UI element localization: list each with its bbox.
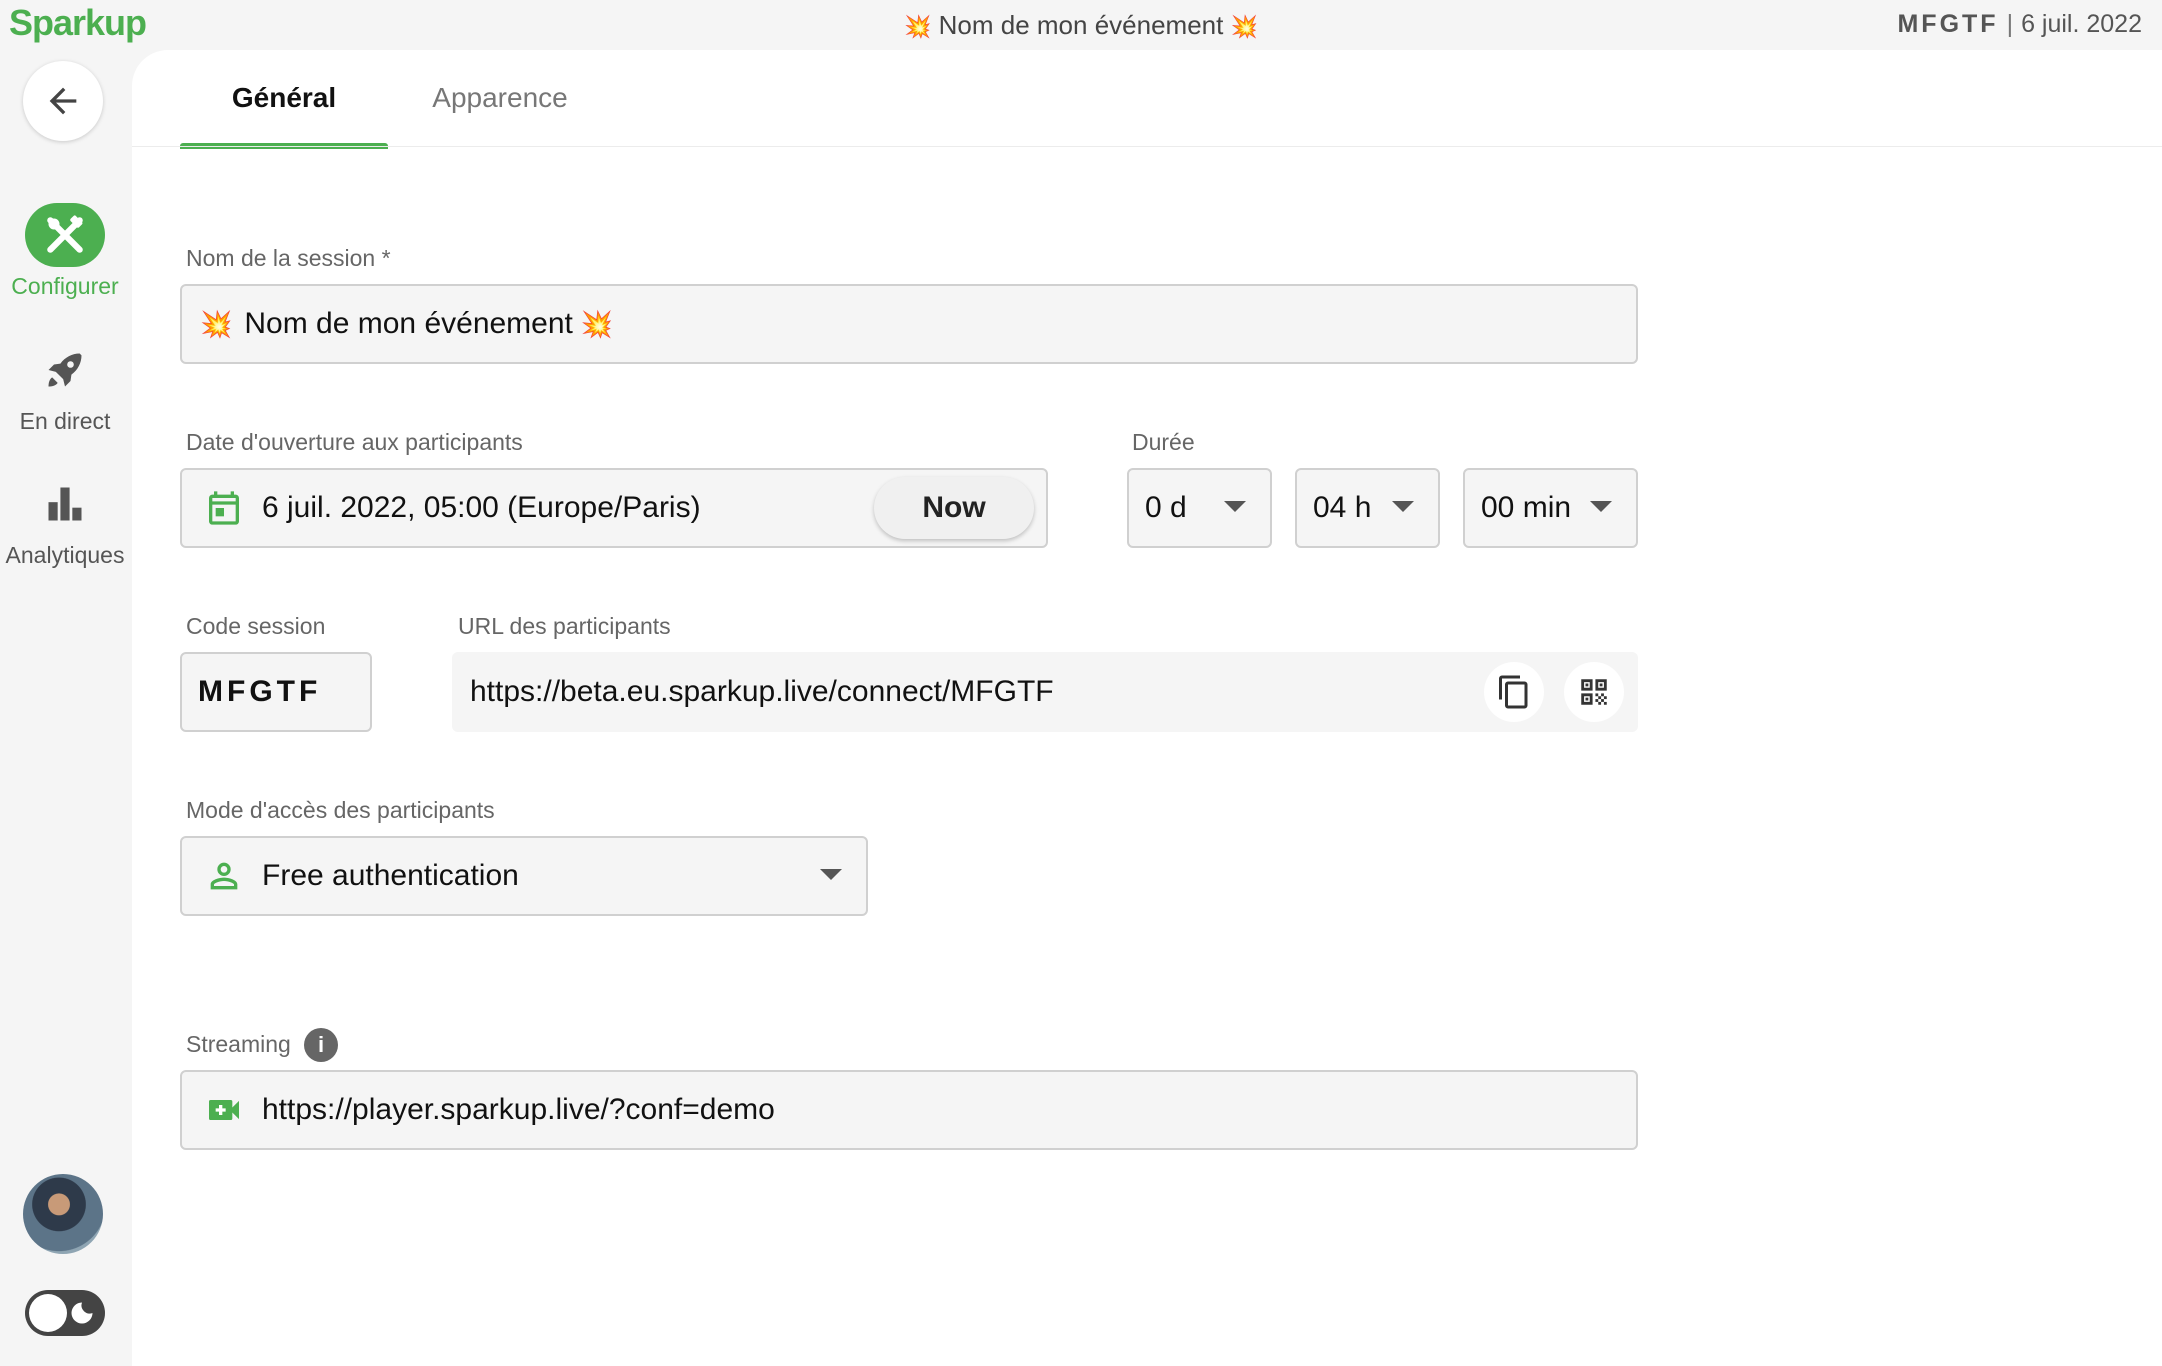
opening-date-value: 6 juil. 2022, 05:00 (Europe/Paris) [262,491,701,524]
participants-url-label: URL des participants [458,613,671,639]
participants-url-value: https://beta.eu.sparkup.live/connect/MFG… [470,675,1054,708]
video-camera-add-icon [209,1100,239,1120]
back-button[interactable] [23,61,103,141]
burst-emoji-right: 💥 [1230,14,1258,39]
session-name-label: Nom de la session * [186,245,391,271]
header-separator: | [2006,10,2014,38]
chevron-down-icon [1224,501,1246,512]
duration-minutes-value: 00 min [1481,491,1572,524]
session-code-header: MFGTF [1897,10,1999,38]
sidebar-item-analytiques[interactable]: Analytiques [0,472,130,569]
access-mode-label: Mode d'accès des participants [186,797,495,823]
session-info: MFGTF | 6 juil. 2022 [1897,10,2142,39]
arrow-left-icon [49,87,77,115]
now-button[interactable]: Now [874,477,1034,539]
dark-mode-toggle[interactable] [25,1290,105,1336]
tab-apparence[interactable]: Apparence [400,50,600,146]
burst-emoji-right: 💥 [580,308,614,339]
duration-hours-value: 04 h [1313,491,1372,524]
duration-days-value: 0 d [1145,491,1187,524]
event-title-text: Nom de mon événement [938,10,1224,40]
top-bar: Sparkup 💥 Nom de mon événement 💥 MFGTF | 6… [0,0,2162,50]
qr-code-button[interactable] [1564,662,1624,722]
streaming-url-input[interactable]: https://player.sparkup.live/?conf=demo [180,1070,1638,1150]
opening-date-label: Date d'ouverture aux participants [186,429,523,455]
copy-icon [1499,675,1528,709]
sidebar-item-label: Analytiques [5,542,125,568]
tab-general[interactable]: Général [180,50,388,149]
session-code-field[interactable]: MFGTF [180,652,372,732]
event-title: 💥 Nom de mon événement 💥 [0,10,2162,41]
nav-icon-container [25,338,105,402]
sidebar-item-en-direct[interactable]: En direct [0,338,130,435]
duration-minutes-select[interactable]: 00 min [1463,468,1638,548]
nav-icon-container [25,203,105,267]
access-mode-select[interactable]: Free authentication [180,836,868,916]
person-icon [210,862,238,890]
bar-chart-icon [48,487,82,521]
duration-days-select[interactable]: 0 d [1127,468,1272,548]
chevron-down-icon [820,869,842,880]
chevron-down-icon [1392,501,1414,512]
participants-url-field[interactable]: https://beta.eu.sparkup.live/connect/MFG… [452,652,1638,732]
copy-url-button[interactable] [1484,662,1544,722]
session-code-label: Code session [186,613,326,639]
sidebar-item-label: Configurer [11,273,119,299]
avatar[interactable] [23,1174,103,1254]
sidebar-item-configurer[interactable]: Configurer [0,203,130,300]
duration-label: Durée [1132,429,1195,455]
burst-emoji-left: 💥 [904,14,932,39]
session-name-value: Nom de mon événement [244,307,573,340]
opening-date-input[interactable]: 6 juil. 2022, 05:00 (Europe/Paris) Now [180,468,1048,548]
moon-icon [71,1302,93,1324]
tab-divider [132,146,2162,147]
chevron-down-icon [1590,501,1612,512]
calendar-icon [209,491,239,525]
streaming-url-value: https://player.sparkup.live/?conf=demo [262,1093,775,1126]
rocket-icon [48,353,82,387]
sidebar: Configurer En direct Analytiques [0,50,130,1366]
burst-emoji-left: 💥 [200,308,233,339]
duration-hours-select[interactable]: 04 h [1295,468,1440,548]
main-panel: Général Apparence Nom de la session * 💥 … [132,50,2162,1366]
nav-icon-container [25,472,105,536]
session-code-value: MFGTF [198,675,322,708]
tools-icon [47,215,83,253]
info-icon[interactable]: i [304,1028,338,1062]
streaming-label: Streaming [186,1031,291,1057]
toggle-knob [29,1294,67,1332]
access-mode-value: Free authentication [262,859,519,892]
qr-code-icon [1581,679,1607,705]
session-name-input[interactable]: 💥 Nom de mon événement 💥 [180,284,1638,364]
sidebar-item-label: En direct [19,408,111,434]
session-date-header: 6 juil. 2022 [2021,10,2142,38]
